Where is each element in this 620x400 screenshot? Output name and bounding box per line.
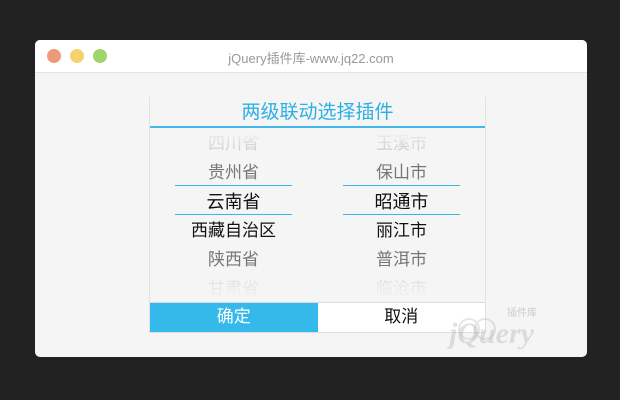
app-window: jQuery插件库-www.jq22.com 两级联动选择插件 四川省 贵州省 … <box>35 40 587 357</box>
city-list: 玉溪市 保山市 昭通市 丽江市 普洱市 临沧市 <box>318 130 485 301</box>
city-option[interactable]: 玉溪市 <box>318 130 485 159</box>
province-option[interactable]: 西藏自治区 <box>150 217 317 246</box>
city-column[interactable]: 玉溪市 保山市 昭通市 丽江市 普洱市 临沧市 <box>318 128 485 301</box>
title-bar: jQuery插件库-www.jq22.com <box>35 40 587 73</box>
province-list: 四川省 贵州省 云南省 西藏自治区 陕西省 甘肃省 <box>150 130 317 301</box>
city-option[interactable]: 临沧市 <box>318 275 485 301</box>
province-option[interactable]: 甘肃省 <box>150 275 317 301</box>
watermark-subtext: 插件库 <box>507 306 537 319</box>
province-column[interactable]: 四川省 贵州省 云南省 西藏自治区 陕西省 甘肃省 <box>150 128 317 301</box>
window-title: jQuery插件库-www.jq22.com <box>228 51 394 66</box>
city-option[interactable]: 保山市 <box>318 159 485 188</box>
confirm-button[interactable]: 确定 <box>150 303 318 332</box>
province-option[interactable]: 贵州省 <box>150 159 317 188</box>
city-option[interactable]: 丽江市 <box>318 217 485 246</box>
province-option-selected[interactable]: 云南省 <box>150 188 317 217</box>
city-option-selected[interactable]: 昭通市 <box>318 188 485 217</box>
province-option[interactable]: 四川省 <box>150 130 317 159</box>
picker-buttons: 确定 取消 <box>150 302 485 333</box>
cancel-button[interactable]: 取消 <box>317 303 485 332</box>
city-option[interactable]: 普洱市 <box>318 246 485 275</box>
linkage-picker: 两级联动选择插件 四川省 贵州省 云南省 西藏自治区 陕西省 甘肃省 玉溪市 保… <box>149 97 486 333</box>
picker-title: 两级联动选择插件 <box>150 97 485 128</box>
picker-columns: 四川省 贵州省 云南省 西藏自治区 陕西省 甘肃省 玉溪市 保山市 昭通市 丽江… <box>150 128 485 301</box>
province-option[interactable]: 陕西省 <box>150 246 317 275</box>
